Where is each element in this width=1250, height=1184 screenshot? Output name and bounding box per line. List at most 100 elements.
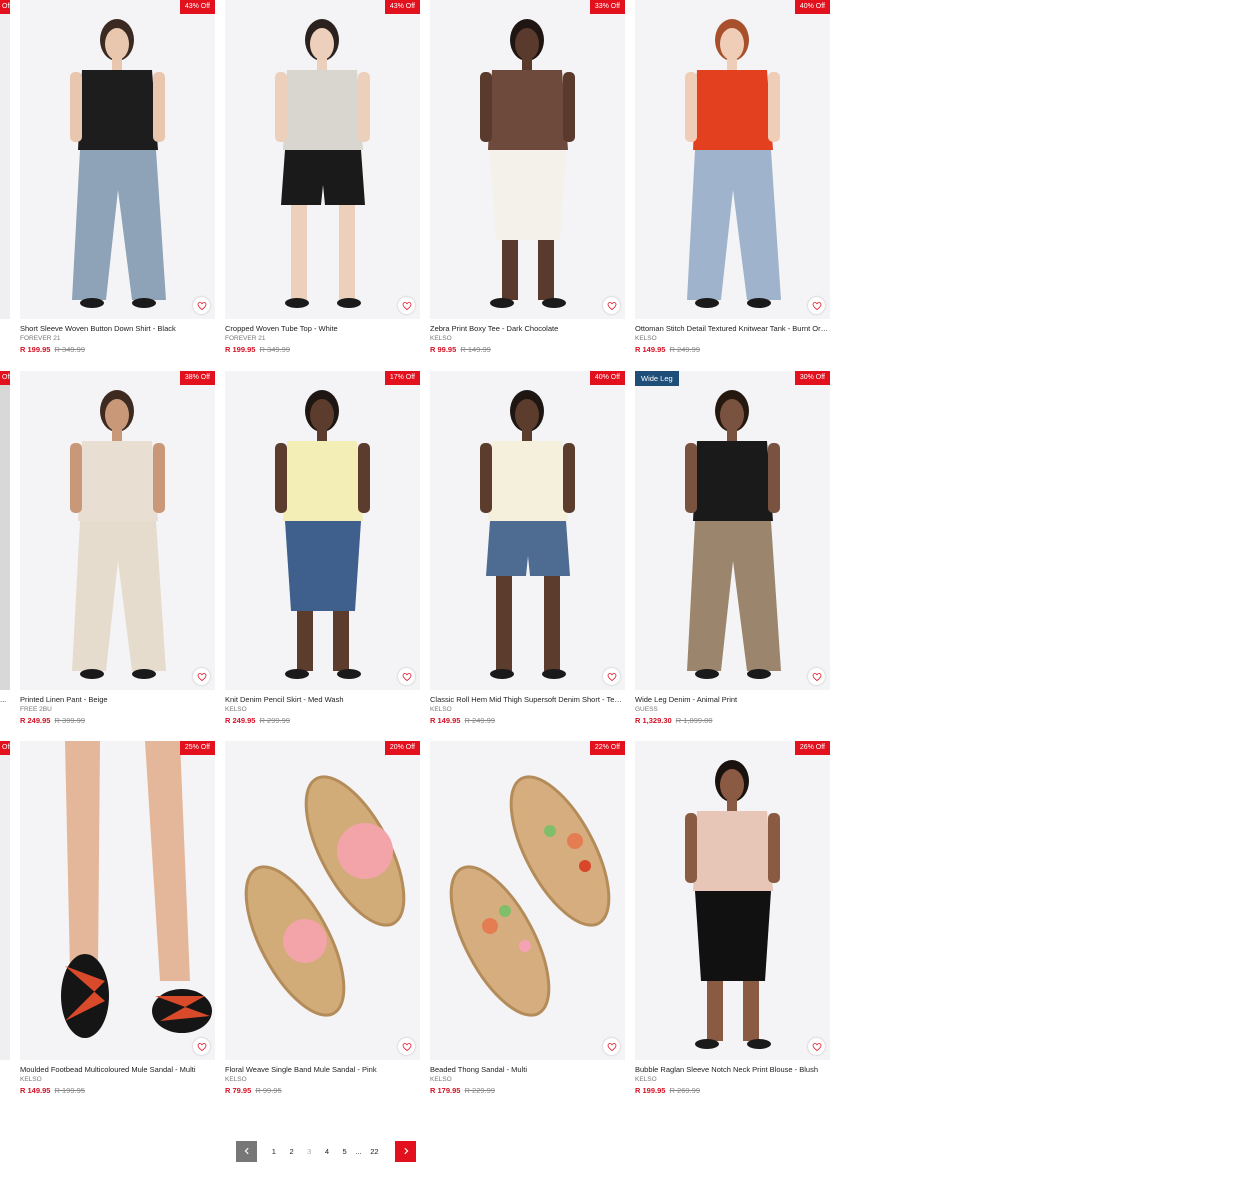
discount-badge: Off — [0, 371, 10, 385]
product-price: R 149.95 R 199.95 — [20, 1086, 85, 1095]
product-image[interactable]: 22% Off — [430, 741, 625, 1060]
sale-price: R 79.95 — [225, 1086, 252, 1095]
product-image[interactable]: 43% Off — [20, 0, 215, 319]
previous-page-button[interactable] — [236, 1140, 257, 1162]
wishlist-button[interactable] — [193, 668, 210, 685]
pagination: 1 2 3 4 5 ... 22 — [236, 1140, 417, 1162]
product-price: R 249.95 R 399.99 — [20, 716, 85, 725]
wishlist-button[interactable] — [398, 297, 415, 314]
product-photo — [635, 0, 830, 319]
product-photo — [635, 371, 830, 690]
discount-badge: 33% Off — [589, 0, 625, 14]
product-price: R 179.95 R 229.99 — [430, 1086, 495, 1095]
product-price: R 249.95 R 299.99 — [225, 716, 290, 725]
product-name[interactable]: Moulded Footbead Multicoloured Mule Sand… — [20, 1065, 215, 1074]
discount-badge: 25% Off — [179, 741, 215, 755]
sale-price: R 1,329.30 — [635, 716, 672, 725]
next-page-button[interactable] — [395, 1140, 417, 1162]
discount-badge: 40% Off — [794, 0, 830, 14]
product-price: R 149.95 R 249.99 — [430, 716, 495, 725]
product-name[interactable]: Knit Denim Pencil Skirt - Med Wash — [225, 695, 420, 704]
wishlist-button[interactable] — [808, 297, 825, 314]
product-photo — [430, 741, 625, 1060]
original-price: R 1,899.00 — [675, 716, 713, 725]
product-brand: FREE 2BU — [20, 706, 52, 713]
product-name[interactable]: Classic Roll Hem Mid Thigh Supersoft Den… — [430, 695, 625, 704]
product-brand: FOREVER 21 — [225, 335, 266, 342]
wishlist-button[interactable] — [193, 1038, 210, 1055]
product-price: R 99.95 R 149.99 — [430, 345, 491, 354]
product-photo — [225, 371, 420, 690]
wishlist-button[interactable] — [603, 1038, 620, 1055]
product-name[interactable]: Wide Leg Denim - Animal Print — [635, 695, 830, 704]
page-2-link[interactable]: 2 — [283, 1147, 301, 1156]
heart-icon — [607, 672, 616, 681]
heart-icon — [607, 301, 616, 310]
product-photo — [430, 371, 625, 690]
heart-icon — [607, 1042, 616, 1051]
product-price: R 149.95 R 249.99 — [635, 345, 700, 354]
product-image[interactable]: 26% Off — [635, 741, 830, 1060]
product-name[interactable]: Bubble Raglan Sleeve Notch Neck Print Bl… — [635, 1065, 830, 1074]
original-price: R 349.99 — [54, 345, 85, 354]
original-price: R 349.99 — [259, 345, 290, 354]
product-image[interactable]: 40% Off — [430, 371, 625, 690]
discount-badge: 22% Off — [589, 741, 625, 755]
product-name[interactable]: Beaded Thong Sandal - Multi — [430, 1065, 625, 1074]
sale-price: R 179.95 — [430, 1086, 461, 1095]
product-name[interactable]: Cropped Woven Tube Top - White — [225, 324, 420, 333]
product-name[interactable]: Zebra Print Boxy Tee - Dark Chocolate — [430, 324, 625, 333]
product-image[interactable]: 17% Off — [225, 371, 420, 690]
offscreen-product-name: ... — [0, 695, 7, 704]
original-price: R 299.99 — [259, 716, 290, 725]
discount-badge: 17% Off — [384, 371, 420, 385]
sale-price: R 199.95 — [225, 345, 256, 354]
product-image[interactable]: 20% Off — [225, 741, 420, 1060]
product-name[interactable]: Floral Weave Single Band Mule Sandal - P… — [225, 1065, 420, 1074]
product-price: R 1,329.30 R 1,899.00 — [635, 716, 713, 725]
chevron-left-icon — [244, 1147, 249, 1155]
sale-price: R 149.95 — [635, 345, 666, 354]
product-name[interactable]: Printed Linen Pant - Beige — [20, 695, 215, 704]
wishlist-button[interactable] — [398, 668, 415, 685]
product-brand: KELSO — [430, 706, 452, 713]
page-4-link[interactable]: 4 — [318, 1147, 336, 1156]
original-price: R 149.99 — [460, 345, 491, 354]
discount-badge: 40% Off — [589, 371, 625, 385]
wishlist-button[interactable] — [808, 668, 825, 685]
product-name[interactable]: Short Sleeve Woven Button Down Shirt - B… — [20, 324, 215, 333]
wishlist-button[interactable] — [398, 1038, 415, 1055]
wishlist-button[interactable] — [808, 1038, 825, 1055]
product-brand: KELSO — [430, 1076, 452, 1083]
wishlist-button[interactable] — [193, 297, 210, 314]
offscreen-product-card: Off — [0, 741, 10, 1060]
product-name[interactable]: Ottoman Stitch Detail Textured Knitwear … — [635, 324, 830, 333]
product-image[interactable]: 25% Off — [20, 741, 215, 1060]
product-image[interactable]: 38% Off — [20, 371, 215, 690]
product-image[interactable]: 40% Off — [635, 0, 830, 319]
product-price: R 199.95 R 349.99 — [20, 345, 85, 354]
wishlist-button[interactable] — [603, 297, 620, 314]
product-image[interactable]: 43% Off — [225, 0, 420, 319]
discount-badge: 43% Off — [179, 0, 215, 14]
heart-icon — [197, 1042, 206, 1051]
fit-tag: Wide Leg — [635, 371, 679, 386]
product-brand: KELSO — [635, 1076, 657, 1083]
discount-badge: 30% Off — [794, 371, 830, 385]
product-image[interactable]: 33% Off — [430, 0, 625, 319]
page-1-link[interactable]: 1 — [265, 1147, 283, 1156]
page-last-link[interactable]: 22 — [363, 1147, 385, 1156]
product-brand: GUESS — [635, 706, 658, 713]
sale-price: R 199.95 — [635, 1086, 666, 1095]
pagination-ellipsis: ... — [355, 1146, 362, 1156]
wishlist-button[interactable] — [603, 668, 620, 685]
sale-price: R 99.95 — [430, 345, 457, 354]
product-brand: KELSO — [635, 335, 657, 342]
product-brand: FOREVER 21 — [20, 335, 61, 342]
page-5-link[interactable]: 5 — [336, 1147, 354, 1156]
original-price: R 229.99 — [464, 1086, 495, 1095]
product-image[interactable]: 30% Off Wide Leg — [635, 371, 830, 690]
product-price: R 199.95 R 349.99 — [225, 345, 290, 354]
product-photo — [225, 0, 420, 319]
heart-icon — [812, 672, 821, 681]
